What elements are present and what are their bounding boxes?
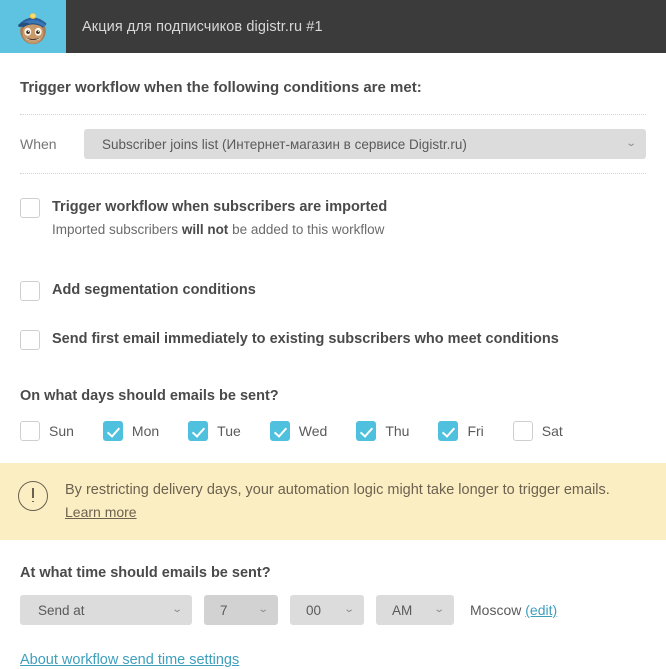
timezone-display: Moscow (edit) bbox=[470, 602, 557, 618]
subtext-bold: will not bbox=[181, 222, 229, 237]
day-toggle-thu[interactable]: Thu bbox=[356, 420, 409, 441]
option-imported-text: Trigger workflow when subscribers are im… bbox=[52, 197, 387, 238]
checkbox-day-mon[interactable] bbox=[102, 421, 123, 441]
option-segmentation-label: Add segmentation conditions bbox=[52, 282, 256, 298]
day-toggle-sat[interactable]: Sat bbox=[512, 420, 563, 441]
learn-more-link[interactable]: Learn more bbox=[65, 504, 137, 520]
option-segmentation-row[interactable]: Add segmentation conditions bbox=[20, 280, 646, 301]
checkbox-day-sun[interactable] bbox=[20, 421, 40, 441]
checkbox-day-sat[interactable] bbox=[512, 421, 533, 441]
chevron-down-icon: ⌄ bbox=[625, 138, 637, 149]
time-row: Send at ⌄ 7 ⌄ 00 ⌄ AM ⌄ Moscow (edit) bbox=[0, 595, 666, 625]
when-label: When bbox=[20, 136, 57, 152]
option-send-first-row[interactable]: Send first email immediately to existing… bbox=[20, 329, 646, 350]
meridiem-select[interactable]: AM ⌄ bbox=[376, 595, 454, 625]
day-label-sat: Sat bbox=[541, 422, 563, 439]
warning-body: By restricting delivery days, your autom… bbox=[65, 480, 610, 522]
day-toggle-fri[interactable]: Fri bbox=[438, 420, 484, 441]
hour-select[interactable]: 7 ⌄ bbox=[204, 595, 278, 625]
option-imported-label: Trigger workflow when subscribers are im… bbox=[52, 199, 388, 215]
when-trigger-value: Subscriber joins list (Интернет-магазин … bbox=[102, 136, 467, 152]
about-send-time-link[interactable]: About workflow send time settings bbox=[20, 652, 239, 668]
minute-select[interactable]: 00 ⌄ bbox=[290, 595, 364, 625]
warning-text: By restricting delivery days, your autom… bbox=[65, 482, 610, 498]
delivery-days-warning: By restricting delivery days, your autom… bbox=[0, 463, 666, 540]
send-mode-value: Send at bbox=[38, 602, 85, 618]
chevron-down-icon: ⌄ bbox=[257, 604, 269, 615]
days-row: Sun Mon Tue Wed Thu Fri Sat bbox=[0, 420, 666, 441]
footer-link-wrap: About workflow send time settings bbox=[0, 651, 666, 669]
when-trigger-select[interactable]: Subscriber joins list (Интернет-магазин … bbox=[84, 129, 646, 159]
option-segmentation-block: Add segmentation conditions bbox=[0, 280, 666, 301]
day-toggle-sun[interactable]: Sun bbox=[20, 420, 74, 441]
day-label-wed: Wed bbox=[298, 422, 328, 439]
checkbox-add-segmentation[interactable] bbox=[20, 281, 40, 301]
timezone-edit-link[interactable]: (edit) bbox=[525, 602, 557, 618]
hour-value: 7 bbox=[220, 602, 228, 618]
chevron-down-icon: ⌄ bbox=[343, 604, 355, 615]
exclamation-circle-icon bbox=[18, 481, 48, 511]
option-imported-block: Trigger workflow when subscribers are im… bbox=[0, 197, 666, 238]
day-toggle-tue[interactable]: Tue bbox=[188, 420, 241, 441]
checkbox-day-tue[interactable] bbox=[188, 421, 209, 441]
checkbox-day-fri[interactable] bbox=[438, 421, 459, 441]
app-header: Акция для подписчиков digistr.ru #1 bbox=[0, 0, 666, 53]
day-label-mon: Mon bbox=[131, 422, 160, 439]
subtext-prefix: Imported subscribers bbox=[52, 222, 182, 237]
logo-patch bbox=[0, 0, 66, 53]
chevron-down-icon: ⌄ bbox=[171, 604, 183, 615]
checkbox-day-wed[interactable] bbox=[269, 421, 290, 441]
day-label-sun: Sun bbox=[49, 422, 74, 439]
mailchimp-freddie-logo-icon bbox=[18, 12, 47, 44]
option-send-first-label: Send first email immediately to existing… bbox=[52, 331, 559, 347]
checkbox-trigger-on-import[interactable] bbox=[20, 198, 40, 218]
workflow-title: Акция для подписчиков digistr.ru #1 bbox=[82, 18, 323, 35]
subtext-suffix: be added to this workflow bbox=[228, 222, 385, 237]
meridiem-value: AM bbox=[392, 602, 413, 618]
day-label-tue: Tue bbox=[217, 422, 241, 439]
divider-2 bbox=[20, 173, 646, 174]
when-row: When Subscriber joins list (Интернет-маг… bbox=[0, 115, 666, 173]
checkbox-send-first-email[interactable] bbox=[20, 330, 40, 350]
day-label-fri: Fri bbox=[467, 422, 484, 439]
minute-value: 00 bbox=[306, 602, 322, 618]
divider-wrap-2 bbox=[0, 173, 666, 174]
time-heading: At what time should emails be sent? bbox=[20, 565, 271, 581]
chevron-down-icon: ⌄ bbox=[433, 604, 445, 615]
trigger-heading-block: Trigger workflow when the following cond… bbox=[0, 53, 666, 114]
send-mode-select[interactable]: Send at ⌄ bbox=[20, 595, 192, 625]
day-toggle-wed[interactable]: Wed bbox=[269, 420, 328, 441]
option-imported-row[interactable]: Trigger workflow when subscribers are im… bbox=[20, 197, 646, 238]
checkbox-day-thu[interactable] bbox=[356, 421, 377, 441]
timezone-name: Moscow bbox=[470, 602, 522, 618]
day-toggle-mon[interactable]: Mon bbox=[102, 420, 160, 441]
day-label-thu: Thu bbox=[385, 422, 410, 439]
page-title: Trigger workflow when the following cond… bbox=[20, 79, 422, 96]
days-heading: On what days should emails be sent? bbox=[20, 388, 279, 404]
option-send-first-block: Send first email immediately to existing… bbox=[0, 329, 666, 350]
settings-page: Trigger workflow when the following cond… bbox=[0, 53, 666, 669]
option-imported-subtext: Imported subscribers will not be added t… bbox=[52, 221, 387, 238]
